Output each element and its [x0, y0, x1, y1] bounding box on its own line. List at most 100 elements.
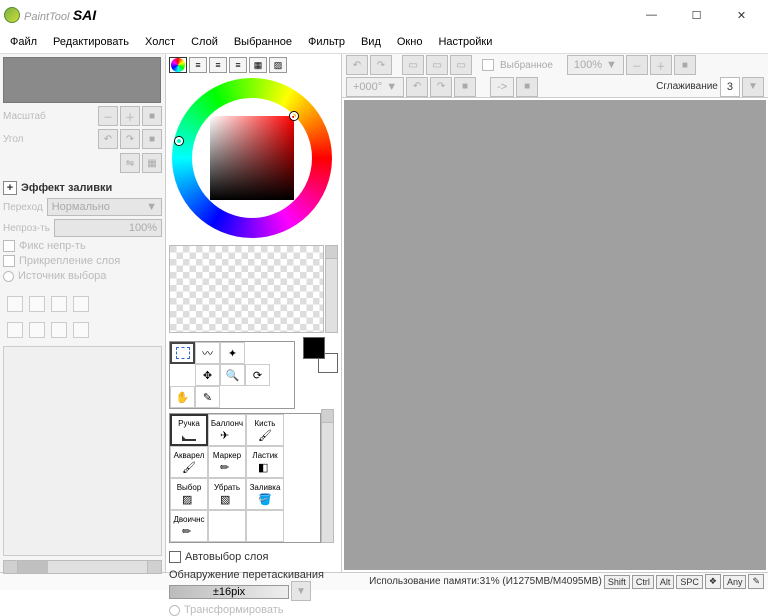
show-sel-button[interactable]: ▭: [450, 55, 472, 75]
menu-settings[interactable]: Настройки: [438, 36, 492, 48]
misc-button[interactable]: ▦: [142, 153, 162, 173]
layer-list[interactable]: [3, 346, 162, 556]
fg-bg-swatch[interactable]: [303, 337, 338, 373]
deselect-button[interactable]: ▭: [402, 55, 424, 75]
blend-mode-combo[interactable]: Нормально▼: [47, 198, 162, 216]
aa-combo[interactable]: 3: [720, 77, 740, 97]
sv-marker[interactable]: [290, 112, 298, 120]
rot-reset[interactable]: ■: [454, 77, 476, 97]
layer-mask-icon[interactable]: [73, 296, 89, 312]
flip-h-button[interactable]: ⇋: [120, 153, 140, 173]
tool-rect-select[interactable]: [170, 342, 195, 364]
transform-radio[interactable]: Трансформировать: [169, 604, 338, 616]
delete-layer-icon[interactable]: [73, 322, 89, 338]
zoom-combo[interactable]: 100%▼: [567, 55, 624, 75]
top-toolbar-1: ↶ ↷ ▭ ▭ ▭ Выбранное 100%▼ － ＋ ■: [342, 54, 768, 76]
brush-airbrush[interactable]: Баллонч✈: [208, 414, 246, 446]
undo-button[interactable]: ↶: [346, 55, 368, 75]
brush-eraser[interactable]: Ластик◧: [246, 446, 284, 478]
menu-edit[interactable]: Редактировать: [53, 36, 129, 48]
drag-detect-slider[interactable]: ±16pix: [169, 585, 289, 599]
brush-pen[interactable]: Ручка: [170, 414, 208, 446]
tool-zoom[interactable]: 🔍: [220, 364, 245, 386]
brush-bucket[interactable]: Заливка🪣: [246, 478, 284, 510]
close-button[interactable]: ✕: [719, 1, 764, 29]
brush-watercolor[interactable]: Акварел🖌: [170, 446, 208, 478]
new-folder-icon[interactable]: [51, 296, 67, 312]
brush-marker[interactable]: Маркер✏: [208, 446, 246, 478]
flip-btn[interactable]: ■: [516, 77, 538, 97]
brush-binary[interactable]: Двоичнс✏: [170, 510, 208, 542]
tool-hand[interactable]: ✋: [170, 386, 195, 408]
rotate-ccw-button[interactable]: ↶: [98, 129, 118, 149]
color-mixer-tab[interactable]: ≡: [229, 57, 247, 73]
zoom-in-button[interactable]: ＋: [120, 106, 140, 126]
fg-color[interactable]: [303, 337, 325, 359]
color-rgb-tab[interactable]: ≡: [189, 57, 207, 73]
navigator-thumbnail[interactable]: [3, 57, 161, 103]
swatch-panel[interactable]: [169, 245, 324, 333]
color-wheel-tab[interactable]: [169, 57, 187, 73]
flip-combo[interactable]: ->: [490, 77, 514, 97]
menu-filter[interactable]: Фильтр: [308, 36, 345, 48]
tool-panel: ≡ ≡ ≡ ▦ ▨ 〰 ✦: [166, 54, 342, 572]
menu-window[interactable]: Окно: [397, 36, 423, 48]
clear-layer-icon[interactable]: [7, 322, 23, 338]
sv-picker[interactable]: [210, 116, 294, 200]
rot-cw[interactable]: ↷: [430, 77, 452, 97]
drag-detect-dropdown[interactable]: ▼: [291, 581, 311, 601]
brush-empty-1[interactable]: [208, 510, 246, 542]
rot-ccw[interactable]: ↶: [406, 77, 428, 97]
app-title: PaintTool SAI: [24, 7, 96, 23]
rotate-reset-button[interactable]: ■: [142, 129, 162, 149]
brush-vscroll[interactable]: [321, 409, 334, 543]
selection-source-radio[interactable]: Источник выбора: [3, 270, 162, 282]
zoom-reset-button[interactable]: ■: [142, 106, 162, 126]
rotate-cw-button[interactable]: ↷: [120, 129, 140, 149]
zoom-plus[interactable]: ＋: [650, 55, 672, 75]
menu-file[interactable]: Файл: [10, 36, 37, 48]
color-scratch-tab[interactable]: ▨: [269, 57, 287, 73]
invert-sel-button[interactable]: ▭: [426, 55, 448, 75]
tool-lasso[interactable]: 〰: [195, 342, 220, 364]
angle-combo[interactable]: +000°▼: [346, 77, 404, 97]
color-hsv-tab[interactable]: ≡: [209, 57, 227, 73]
opacity-slider[interactable]: 100%: [54, 219, 162, 237]
menu-canvas[interactable]: Холст: [145, 36, 175, 48]
tool-eyedropper[interactable]: ✎: [195, 386, 220, 408]
canvas[interactable]: [344, 100, 766, 570]
fill-effect-header[interactable]: + Эффект заливки: [3, 181, 162, 195]
tool-rotate[interactable]: ⟳: [245, 364, 270, 386]
zoom-fit[interactable]: ■: [674, 55, 696, 75]
transfer-icon[interactable]: [51, 322, 67, 338]
fix-opacity-check[interactable]: Фикс непр-ть: [3, 240, 162, 252]
attach-layer-check[interactable]: Прикрепление слоя: [3, 255, 162, 267]
layer-hscroll[interactable]: [3, 560, 162, 574]
brush-deselect[interactable]: Убрать▧: [208, 478, 246, 510]
hue-marker[interactable]: [175, 137, 183, 145]
minimize-button[interactable]: —: [629, 1, 674, 29]
menu-view[interactable]: Вид: [361, 36, 381, 48]
zoom-minus[interactable]: －: [626, 55, 648, 75]
brush-select[interactable]: Выбор▨: [170, 478, 208, 510]
merge-down-icon[interactable]: [29, 322, 45, 338]
menu-selection[interactable]: Выбранное: [234, 36, 292, 48]
swatch-vscroll[interactable]: [325, 245, 338, 333]
color-wheel[interactable]: [169, 75, 335, 241]
tool-magic-wand[interactable]: ✦: [220, 342, 245, 364]
maximize-button[interactable]: ☐: [674, 1, 719, 29]
zoom-out-button[interactable]: －: [98, 106, 118, 126]
brush-empty-2[interactable]: [246, 510, 284, 542]
selection-check[interactable]: [482, 59, 494, 71]
color-swatch-tab[interactable]: ▦: [249, 57, 267, 73]
layer-buttons-row1: [3, 292, 162, 316]
app-icon: [4, 7, 20, 23]
menu-layer[interactable]: Слой: [191, 36, 218, 48]
tool-move[interactable]: ✥: [195, 364, 220, 386]
aa-dropdown[interactable]: ▼: [742, 77, 764, 97]
autoselect-check[interactable]: Автовыбор слоя: [169, 551, 338, 563]
brush-brush[interactable]: Кисть🖌: [246, 414, 284, 446]
new-layer-icon[interactable]: [7, 296, 23, 312]
redo-button[interactable]: ↷: [370, 55, 392, 75]
new-linework-icon[interactable]: [29, 296, 45, 312]
